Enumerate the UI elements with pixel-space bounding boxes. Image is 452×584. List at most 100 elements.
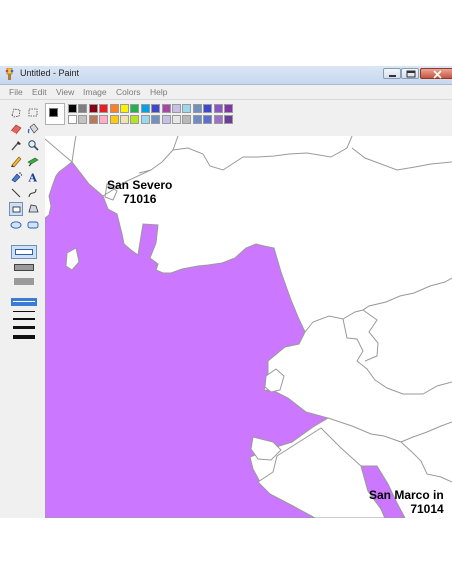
color-swatch[interactable] (224, 115, 233, 124)
minimize-button[interactable] (383, 68, 401, 79)
current-color-box[interactable] (45, 103, 65, 125)
fill-style-options (11, 245, 37, 295)
color-swatch[interactable] (78, 115, 88, 124)
tool-rectangle[interactable] (9, 202, 23, 216)
select-icon (28, 108, 38, 117)
tool-brush[interactable] (26, 154, 40, 168)
text-icon: A (28, 172, 38, 185)
color-swatch[interactable] (224, 104, 233, 113)
curve-icon (28, 188, 37, 198)
eraser-icon (10, 124, 22, 135)
fill-style-outline[interactable] (11, 245, 37, 259)
fill-style-fill[interactable] (14, 278, 34, 285)
tool-polygon[interactable] (26, 202, 40, 216)
color-swatch[interactable] (182, 115, 192, 124)
color-swatch[interactable] (109, 115, 119, 124)
svg-text:A: A (28, 172, 38, 185)
tool-pencil[interactable] (9, 154, 23, 168)
map-label-code: 71016 (123, 192, 157, 206)
fill-style-outline-fill[interactable] (14, 264, 34, 271)
tool-eraser[interactable] (9, 122, 23, 136)
tool-fill[interactable] (26, 122, 40, 136)
pencil-icon (11, 156, 22, 168)
color-swatch[interactable] (172, 115, 181, 124)
window-title: Untitled - Paint (20, 68, 80, 78)
color-swatch[interactable] (151, 115, 161, 124)
color-swatch[interactable] (99, 115, 109, 124)
line-icon (11, 188, 21, 198)
tool-select[interactable] (26, 106, 40, 120)
tool-text[interactable]: A (26, 170, 40, 185)
menu-bar: File Edit View Image Colors Help (0, 85, 452, 100)
menu-help[interactable]: Help (150, 87, 167, 97)
foreground-color[interactable] (49, 108, 58, 117)
color-swatch[interactable] (99, 104, 109, 113)
close-button[interactable] (420, 68, 452, 79)
fill-bucket-icon (27, 123, 39, 134)
tool-line[interactable] (9, 186, 23, 200)
color-swatch[interactable] (88, 115, 98, 124)
color-swatch[interactable] (161, 104, 171, 113)
drawing-canvas[interactable]: San Severo 71016 San Marco in 71014 (45, 136, 452, 518)
color-swatch[interactable] (182, 104, 192, 113)
line-width-5[interactable] (13, 335, 35, 339)
color-swatch[interactable] (192, 104, 202, 113)
color-swatch[interactable] (203, 104, 213, 113)
color-picker-icon (11, 141, 21, 151)
ellipse-icon (10, 221, 22, 229)
line-width-1[interactable] (11, 298, 37, 306)
tool-ellipse[interactable] (9, 218, 23, 232)
line-width-3[interactable] (13, 318, 35, 320)
color-swatch[interactable] (120, 115, 129, 124)
color-swatch[interactable] (203, 115, 213, 124)
rectangle-icon (12, 206, 21, 213)
menu-edit[interactable]: Edit (32, 87, 47, 97)
color-swatch[interactable] (68, 104, 77, 113)
color-swatch[interactable] (88, 104, 98, 113)
paint-window: Untitled - Paint File Edit View Image Co… (0, 66, 452, 518)
color-swatch[interactable] (151, 104, 161, 113)
magnifier-icon (28, 140, 39, 151)
brush-icon (27, 157, 39, 167)
line-width-4[interactable] (13, 326, 35, 329)
toolbox: A (0, 101, 44, 518)
menu-colors[interactable]: Colors (116, 87, 141, 97)
paint-app-icon (4, 67, 15, 81)
color-swatch[interactable] (213, 104, 223, 113)
color-palette (45, 103, 233, 129)
tool-rounded-rectangle[interactable] (26, 218, 40, 232)
color-swatch[interactable] (68, 115, 77, 124)
map-label-name: San Marco in (369, 488, 444, 502)
tool-free-form-select[interactable] (9, 106, 23, 120)
polygon-icon (28, 204, 39, 213)
title-bar[interactable]: Untitled - Paint (0, 66, 452, 85)
line-width-options (11, 298, 37, 352)
map-label-name: San Severo (107, 178, 173, 192)
tool-color-picker[interactable] (9, 138, 23, 152)
map-label-code: 71014 (410, 502, 444, 516)
airbrush-icon (11, 172, 23, 183)
tool-magnifier[interactable] (26, 138, 40, 152)
color-swatch[interactable] (172, 104, 181, 113)
line-width-2[interactable] (13, 311, 35, 312)
color-swatch[interactable] (140, 115, 150, 124)
color-swatch[interactable] (192, 115, 202, 124)
color-swatch[interactable] (130, 115, 140, 124)
maximize-button[interactable] (401, 68, 419, 79)
menu-file[interactable]: File (9, 87, 23, 97)
rounded-rectangle-icon (27, 221, 39, 229)
free-form-select-icon (11, 108, 21, 118)
menu-image[interactable]: Image (83, 87, 107, 97)
menu-view[interactable]: View (56, 87, 74, 97)
color-swatch[interactable] (130, 104, 140, 113)
tool-airbrush[interactable] (9, 170, 23, 184)
color-swatch[interactable] (120, 104, 129, 113)
color-swatch[interactable] (213, 115, 223, 124)
tool-curve[interactable] (26, 186, 40, 200)
color-swatch[interactable] (109, 104, 119, 113)
color-swatch[interactable] (161, 115, 171, 124)
color-swatch[interactable] (140, 104, 150, 113)
color-swatch[interactable] (78, 104, 88, 113)
map-label-san-marco: San Marco in 71014 (369, 488, 444, 516)
map-label-san-severo: San Severo 71016 (107, 178, 172, 206)
